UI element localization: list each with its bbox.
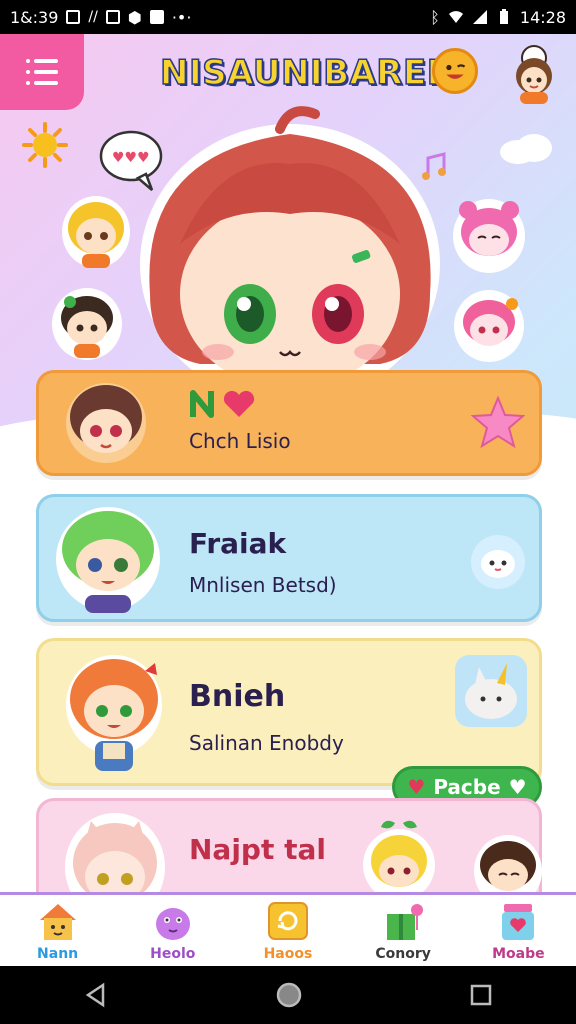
bottom-navigation: Nann Heolo Haoos Conory Moabe xyxy=(0,892,576,966)
menu-button[interactable] xyxy=(0,34,84,110)
smiley-face-icon xyxy=(432,48,478,94)
nav-label-home: Nann xyxy=(37,945,79,962)
card-3-avatar xyxy=(66,655,162,771)
system-navigation-bar xyxy=(0,966,576,1024)
ghost-chat-icon[interactable] xyxy=(469,533,527,591)
cloud-icon xyxy=(500,134,552,164)
card-3-title: Bnieh xyxy=(189,679,286,714)
battery-icon xyxy=(499,9,508,24)
jar-icon xyxy=(502,903,535,940)
card-4-dark-hair-character xyxy=(474,835,542,892)
signal-text-icon xyxy=(66,10,81,24)
card-3-subtitle: Salinan Enobdy xyxy=(189,731,344,755)
gift-icon xyxy=(387,903,424,940)
nav-item-creature[interactable]: Heolo xyxy=(123,896,223,966)
card-4-title: Najpt tal xyxy=(189,833,326,866)
character-card-1[interactable]: Chch Lisio xyxy=(36,370,542,476)
box-icon xyxy=(105,10,120,24)
character-card-3[interactable]: Bnieh Salinan Enobdy xyxy=(36,638,542,786)
nav-item-jar[interactable]: Moabe xyxy=(468,896,568,966)
nav-label-creature: Heolo xyxy=(150,945,196,962)
side-character-blonde xyxy=(62,196,130,268)
app-title: NISAUNIBAREI xyxy=(159,52,440,94)
shield-icon: ⬢ xyxy=(127,7,142,27)
status-time-right: 14:28 xyxy=(519,7,566,27)
recent-apps-icon[interactable] xyxy=(469,983,493,1007)
character-card-4[interactable]: Najpt tal xyxy=(36,798,542,892)
app-content: NISAUNIBAREI ♥♥♥ Chch Lisio Fraiak Mnlis… xyxy=(0,34,576,892)
card-4-avatar xyxy=(65,813,165,892)
image-icon xyxy=(149,10,164,24)
menu-icon xyxy=(26,59,58,85)
sun-icon xyxy=(22,122,68,168)
wifi-icon xyxy=(448,11,463,23)
signal-icon: // xyxy=(88,9,98,25)
card-4-blonde-character xyxy=(363,820,435,892)
more-dots-icon: ·•· xyxy=(171,7,192,27)
character-card-2[interactable]: Fraiak Mnlisen Betsd) xyxy=(36,494,542,622)
side-character-pink-bows xyxy=(454,290,524,362)
side-character-pink-bear xyxy=(453,199,525,273)
nav-label-refresh: Haoos xyxy=(263,945,313,962)
bluetooth-icon: ᛒ xyxy=(430,7,440,27)
card-2-title: Fraiak xyxy=(189,527,287,560)
card-1-avatar xyxy=(66,383,146,463)
nav-item-home[interactable]: Nann xyxy=(8,896,108,966)
status-bar: 1&:39 // ⬢ ·•· ᛒ 14:28 xyxy=(0,0,576,34)
card-2-avatar xyxy=(56,507,160,613)
favorite-star-icon[interactable] xyxy=(471,395,525,449)
heart-icon: ♥ xyxy=(508,775,527,799)
nav-item-gift[interactable]: Conory xyxy=(353,896,453,966)
mascot-character xyxy=(140,106,440,404)
unicorn-sticker-icon[interactable] xyxy=(453,653,529,729)
nav-label-jar: Moabe xyxy=(492,945,545,962)
back-icon[interactable] xyxy=(83,982,109,1008)
cell-signal-icon xyxy=(472,10,487,24)
card-1-subtitle: Chch Lisio xyxy=(189,429,291,453)
card-2-subtitle: Mnlisen Betsd) xyxy=(189,573,337,597)
status-time-left: 1&:39 xyxy=(10,7,59,27)
home-circle-icon[interactable] xyxy=(275,981,303,1009)
nav-item-refresh[interactable]: Haoos xyxy=(238,896,338,966)
user-avatar[interactable] xyxy=(506,44,562,104)
like-button-label: Pacbe xyxy=(433,775,501,799)
side-character-dark-hair xyxy=(52,288,122,360)
refresh-icon xyxy=(267,901,308,940)
heart-icon: ♥ xyxy=(407,775,426,799)
house-icon xyxy=(39,903,76,940)
nav-label-gift: Conory xyxy=(375,945,431,962)
creature-icon xyxy=(155,907,190,940)
card-1-music-heart-icon xyxy=(190,390,255,418)
